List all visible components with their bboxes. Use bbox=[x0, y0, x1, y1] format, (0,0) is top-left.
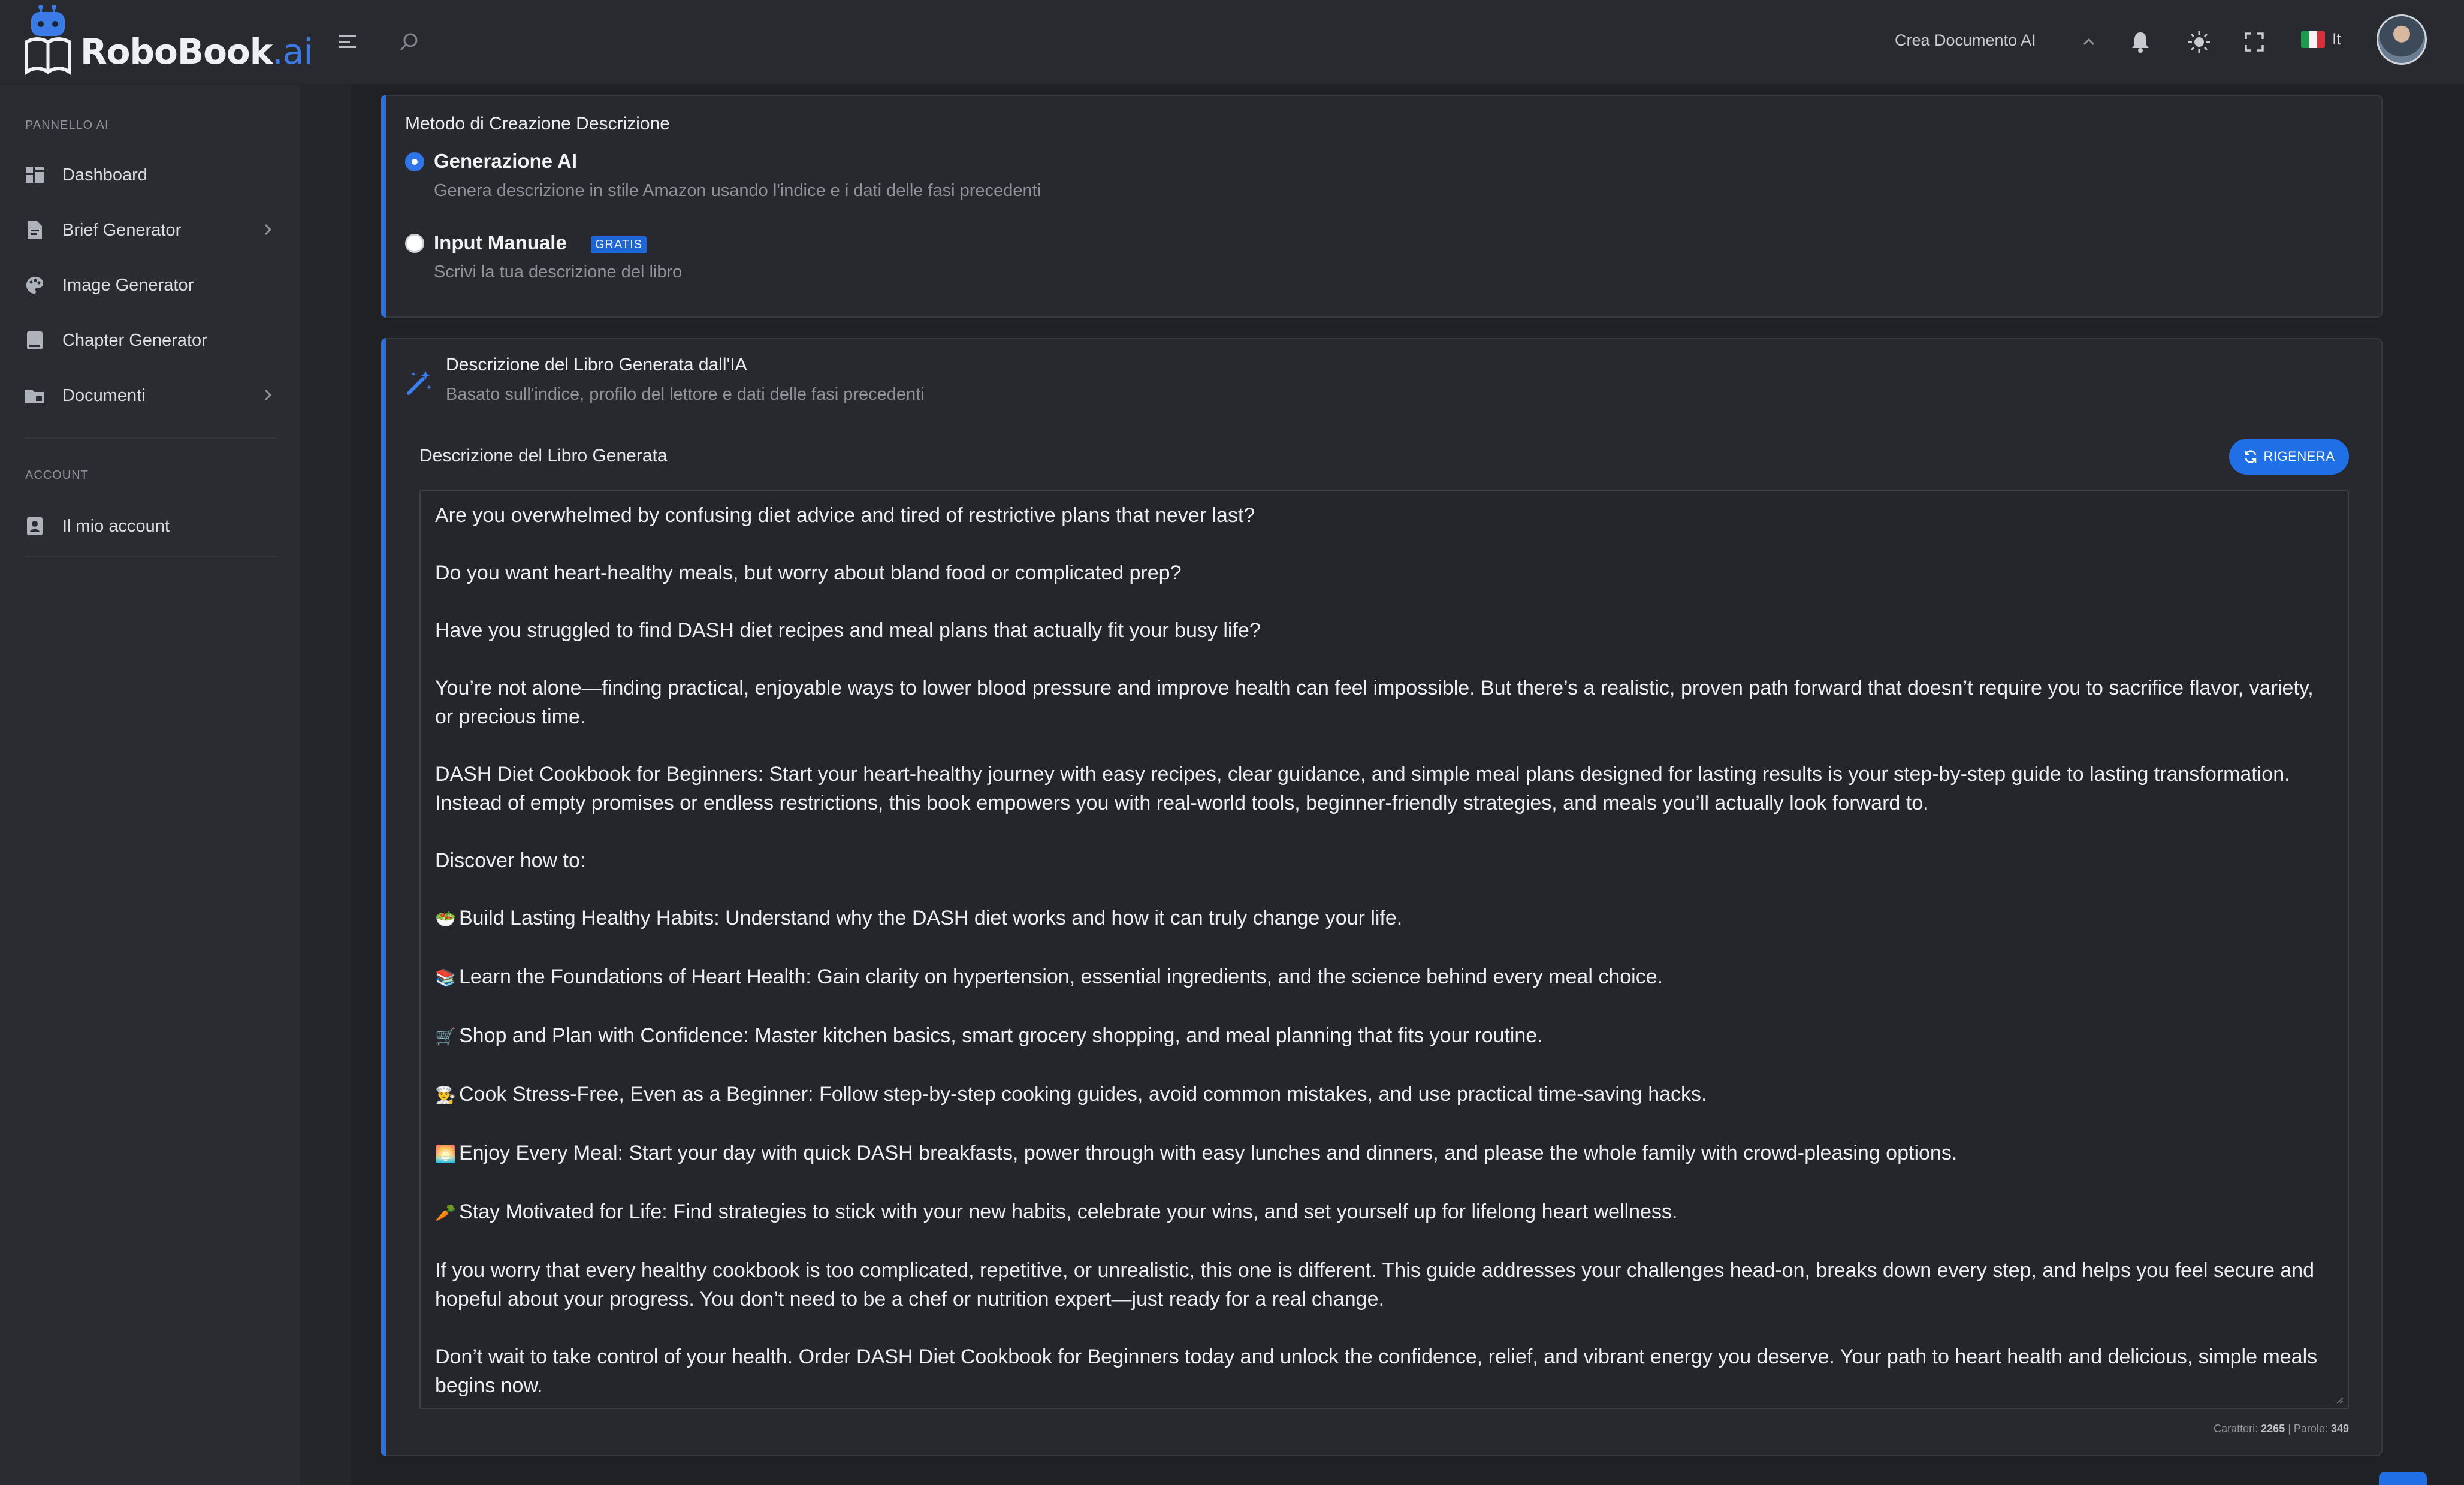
section-title-ai: PANNELLO AI bbox=[25, 119, 109, 132]
top-bar: RoboBook.ai Crea Documento AI It bbox=[0, 0, 2464, 85]
chevron-right-icon bbox=[264, 388, 272, 405]
resize-handle-icon[interactable] bbox=[2335, 1395, 2344, 1405]
chevron-right-icon bbox=[264, 223, 272, 239]
refresh-icon bbox=[2245, 450, 2256, 463]
dashboard-icon bbox=[25, 165, 44, 185]
salad-icon: 🥗 bbox=[435, 910, 456, 928]
card-accent bbox=[381, 95, 386, 318]
sunrise-icon: 🌅 bbox=[435, 1145, 456, 1163]
benefit-item: 🛒 Shop and Plan with Confidence: Master k… bbox=[435, 1021, 2333, 1051]
option-ai-description: Genera descrizione in stile Amazon usand… bbox=[434, 181, 1041, 200]
option-manual-label[interactable]: Input Manuale bbox=[434, 231, 567, 254]
shopping-cart-icon: 🛒 bbox=[435, 1027, 456, 1046]
benefit-text: Stay Motivated for Life: Find strategies… bbox=[459, 1200, 1678, 1223]
method-card: Metodo di Creazione Descrizione Generazi… bbox=[381, 95, 2383, 318]
contact-icon bbox=[25, 517, 44, 536]
search-icon[interactable] bbox=[394, 28, 423, 56]
benefit-text: Shop and Plan with Confidence: Master ki… bbox=[459, 1024, 1543, 1047]
benefit-item: 📚 Learn the Foundations of Heart Health: … bbox=[435, 962, 2333, 992]
sidebar-item-label: Image Generator bbox=[62, 275, 194, 295]
content-gutter bbox=[300, 85, 351, 1485]
benefit-item: 🥗 Build Lasting Healthy Habits: Understan… bbox=[435, 904, 2333, 934]
option-manual-description: Scrivi la tua descrizione del libro bbox=[434, 262, 683, 282]
carrot-icon: 🥕 bbox=[435, 1203, 456, 1222]
next-step-button[interactable] bbox=[2379, 1472, 2427, 1485]
benefit-text: Enjoy Every Meal: Start your day with qu… bbox=[459, 1142, 1958, 1164]
description-paragraph: Don’t wait to take control of your healt… bbox=[435, 1345, 2318, 1397]
character-count: 2265 bbox=[2261, 1423, 2285, 1435]
description-field-label: Descrizione del Libro Generata bbox=[419, 446, 668, 466]
benefit-item: 👨‍🍳 Cook Stress-Free, Even as a Beginner:… bbox=[435, 1080, 2333, 1110]
create-document-dropdown[interactable]: Crea Documento AI bbox=[1895, 31, 2036, 50]
description-textarea[interactable]: Are you overwhelmed by confusing diet ad… bbox=[419, 490, 2349, 1409]
books-icon: 📚 bbox=[435, 968, 456, 987]
benefit-text: Build Lasting Healthy Habits: Understand… bbox=[459, 907, 1403, 929]
sidebar-item-documenti[interactable]: Documenti bbox=[25, 378, 277, 413]
generated-title: Descrizione del Libro Generata dall'IA bbox=[446, 355, 747, 375]
generated-subtitle: Basato sull'indice, profilo del lettore … bbox=[446, 385, 925, 404]
sidebar-item-chapter-generator[interactable]: Chapter Generator bbox=[25, 322, 277, 358]
brand-name: RoboBook.ai bbox=[80, 31, 313, 72]
radio-manual-input[interactable] bbox=[405, 234, 424, 253]
bell-icon[interactable] bbox=[2126, 28, 2155, 56]
free-badge: GRATIS bbox=[591, 236, 647, 253]
file-icon bbox=[25, 221, 44, 240]
section-title-account: ACCOUNT bbox=[25, 469, 89, 482]
benefit-text: Cook Stress-Free, Even as a Beginner: Fo… bbox=[459, 1083, 1707, 1106]
book-icon bbox=[25, 331, 44, 350]
character-word-counter: Caratteri: 2265 | Parole: 349 bbox=[2214, 1423, 2349, 1435]
sidebar-item-dashboard[interactable]: Dashboard bbox=[25, 157, 277, 193]
magic-wand-icon bbox=[407, 370, 431, 395]
description-paragraph: Have you struggled to find DASH diet rec… bbox=[435, 619, 1261, 642]
sidebar-item-label: Brief Generator bbox=[62, 220, 182, 240]
description-paragraph: You’re not alone—finding practical, enjo… bbox=[435, 677, 2314, 728]
regenerate-label: RIGENERA bbox=[2263, 449, 2335, 464]
sidebar-item-my-account[interactable]: Il mio account bbox=[25, 508, 277, 544]
description-paragraph: Are you overwhelmed by confusing diet ad… bbox=[435, 504, 1255, 527]
benefit-text: Learn the Foundations of Heart Health: G… bbox=[459, 965, 1663, 988]
language-selector[interactable]: It bbox=[2301, 30, 2341, 49]
palette-icon bbox=[25, 276, 44, 295]
sidebar-item-label: Il mio account bbox=[62, 516, 170, 536]
hamburger-icon[interactable] bbox=[333, 28, 362, 56]
avatar[interactable] bbox=[2377, 14, 2427, 65]
radio-ai-generation[interactable] bbox=[405, 152, 424, 171]
sun-icon[interactable] bbox=[2185, 28, 2214, 56]
robot-book-icon bbox=[25, 5, 71, 76]
italy-flag-icon bbox=[2301, 31, 2325, 48]
chevron-up-icon[interactable] bbox=[2075, 28, 2103, 56]
folder-icon bbox=[25, 386, 44, 405]
sidebar-item-image-generator[interactable]: Image Generator bbox=[25, 267, 277, 303]
sidebar-item-label: Chapter Generator bbox=[62, 330, 207, 350]
sidebar-item-label: Dashboard bbox=[62, 165, 147, 185]
language-label: It bbox=[2332, 30, 2342, 48]
method-title: Metodo di Creazione Descrizione bbox=[405, 114, 670, 134]
sidebar-item-brief-generator[interactable]: Brief Generator bbox=[25, 212, 277, 248]
description-paragraph: DASH Diet Cookbook for Beginners: Start … bbox=[435, 763, 2290, 814]
word-count: 349 bbox=[2330, 1423, 2349, 1435]
card-accent bbox=[381, 338, 386, 1456]
description-paragraph: Discover how to: bbox=[435, 849, 586, 872]
divider bbox=[25, 437, 277, 439]
description-paragraph: Do you want heart-healthy meals, but wor… bbox=[435, 562, 1182, 584]
option-ai-label[interactable]: Generazione AI bbox=[434, 150, 577, 173]
divider bbox=[25, 556, 277, 557]
chef-icon: 👨‍🍳 bbox=[435, 1086, 456, 1104]
regenerate-button[interactable]: RIGENERA bbox=[2229, 439, 2349, 475]
sidebar-item-label: Documenti bbox=[62, 385, 146, 405]
description-paragraph: If you worry that every healthy cookbook… bbox=[435, 1259, 2315, 1311]
benefit-item: 🌅 Enjoy Every Meal: Start your day with q… bbox=[435, 1139, 2333, 1169]
create-document-label: Crea Documento AI bbox=[1895, 31, 2036, 49]
benefit-item: 🥕 Stay Motivated for Life: Find strategie… bbox=[435, 1197, 2333, 1227]
sidebar: PANNELLO AI Dashboard Brief Generator Im… bbox=[0, 85, 300, 1485]
fullscreen-icon[interactable] bbox=[2240, 28, 2269, 56]
